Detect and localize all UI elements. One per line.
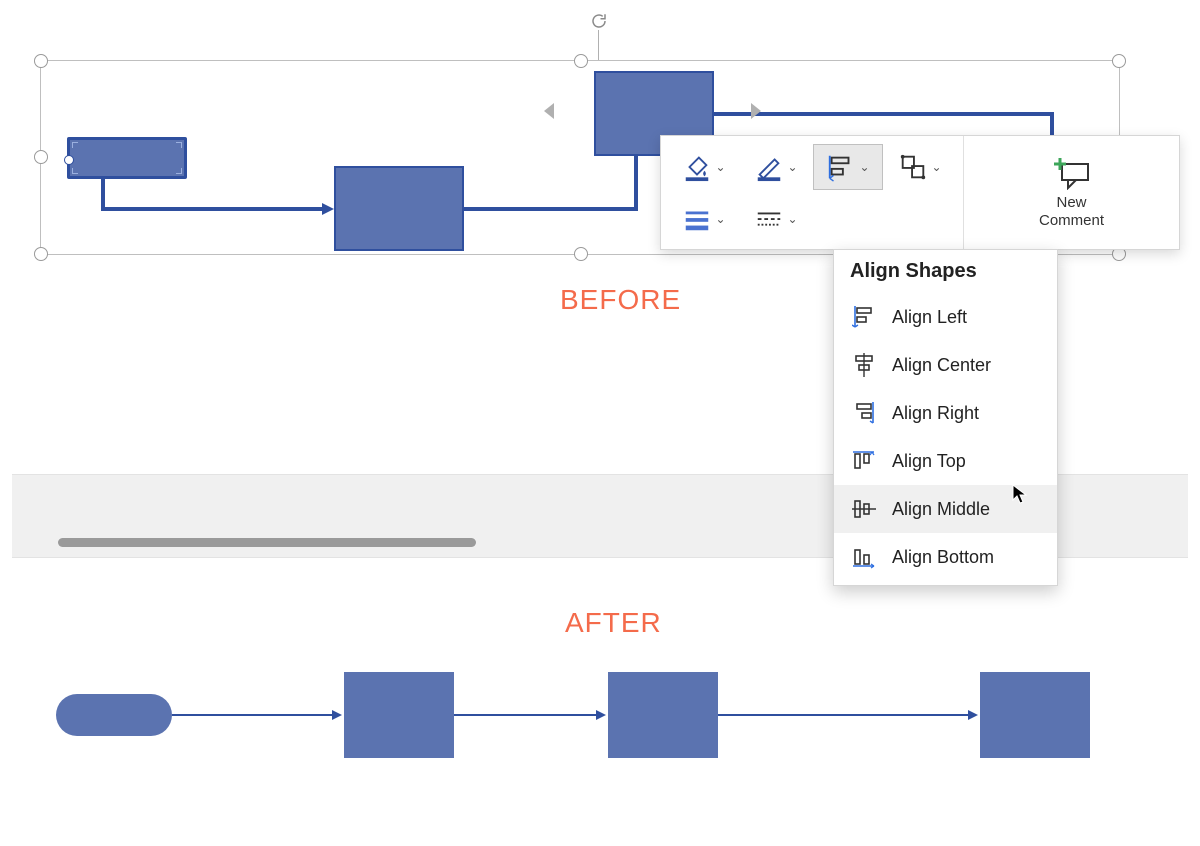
selection-handle-nw[interactable] — [34, 54, 48, 68]
align-center-icon — [852, 353, 876, 377]
line-pattern-dropdown[interactable]: ⌄ — [741, 196, 811, 242]
new-comment-icon — [1052, 156, 1092, 190]
chevron-left-icon — [540, 101, 558, 126]
mini-toolbar: ⌄ ⌄ ⌄ ⌄ ⌄ ⌄ — [660, 135, 1180, 250]
before-label: BEFORE — [560, 284, 681, 316]
align-top-icon — [852, 449, 876, 473]
dd-label: Align Bottom — [892, 547, 994, 568]
after-canvas — [0, 664, 1200, 784]
group-icon — [898, 152, 928, 182]
align-shapes-dropdown: Align Shapes Align Left Align Center Ali… — [833, 249, 1058, 586]
new-comment-button[interactable]: New Comment — [964, 136, 1179, 249]
chevron-down-icon: ⌄ — [787, 160, 797, 174]
corner-tick-icon — [72, 142, 82, 152]
after-shape-4[interactable] — [980, 672, 1090, 758]
before-shape-2[interactable] — [334, 166, 464, 251]
align-middle-icon — [852, 497, 876, 521]
connector — [101, 207, 326, 211]
cursor-icon — [1012, 484, 1028, 504]
dd-label: Align Right — [892, 403, 979, 424]
line-color-dropdown[interactable]: ⌄ — [741, 144, 811, 190]
chevron-down-icon: ⌄ — [715, 212, 725, 226]
align-icon — [826, 152, 856, 182]
align-dropdown-button[interactable]: ⌄ — [813, 144, 883, 190]
align-center-item[interactable]: Align Center — [834, 341, 1057, 389]
connector — [464, 207, 634, 211]
corner-tick-icon — [172, 164, 182, 174]
dropdown-title: Align Shapes — [834, 250, 1057, 293]
canvas: BEFORE ⌄ ⌄ ⌄ ⌄ ⌄ — [0, 0, 1200, 846]
selection-handle-s[interactable] — [574, 247, 588, 261]
align-bottom-item[interactable]: Align Bottom — [834, 533, 1057, 581]
align-left-item[interactable]: Align Left — [834, 293, 1057, 341]
align-bottom-icon — [852, 545, 876, 569]
chevron-down-icon: ⌄ — [715, 160, 725, 174]
arrow-icon — [968, 710, 978, 720]
connector — [718, 714, 970, 716]
brush-icon — [754, 152, 784, 182]
dd-label: Align Left — [892, 307, 967, 328]
dd-label: Align Top — [892, 451, 966, 472]
selection-handle-sw[interactable] — [34, 247, 48, 261]
arrow-icon — [322, 203, 334, 215]
after-shape-2[interactable] — [344, 672, 454, 758]
horizontal-scrollbar-thumb[interactable] — [58, 538, 476, 547]
line-dash-icon — [754, 204, 784, 234]
before-shape-start[interactable] — [67, 137, 187, 179]
selection-handle-w[interactable] — [34, 150, 48, 164]
connector — [101, 178, 105, 210]
line-style-dropdown[interactable]: ⌄ — [669, 196, 739, 242]
connector — [454, 714, 598, 716]
arrow-icon — [332, 710, 342, 720]
selection-handle-ne[interactable] — [1112, 54, 1126, 68]
align-left-icon — [852, 305, 876, 329]
align-right-icon — [852, 401, 876, 425]
group-dropdown[interactable]: ⌄ — [885, 144, 955, 190]
line-weight-icon — [682, 204, 712, 234]
fill-color-dropdown[interactable]: ⌄ — [669, 144, 739, 190]
connector — [714, 112, 1054, 116]
arrow-icon — [596, 710, 606, 720]
corner-tick-icon — [72, 164, 82, 174]
align-right-item[interactable]: Align Right — [834, 389, 1057, 437]
align-top-item[interactable]: Align Top — [834, 437, 1057, 485]
chevron-down-icon: ⌄ — [787, 212, 797, 226]
dd-label: Align Center — [892, 355, 991, 376]
chevron-down-icon: ⌄ — [931, 160, 941, 174]
corner-tick-icon — [172, 142, 182, 152]
dd-label: Align Middle — [892, 499, 990, 520]
connector — [172, 714, 334, 716]
connector — [634, 155, 638, 211]
rotate-handle-line — [598, 30, 599, 60]
fill-bucket-icon — [682, 152, 712, 182]
after-shape-3[interactable] — [608, 672, 718, 758]
chevron-down-icon: ⌄ — [859, 160, 869, 174]
new-comment-label: New Comment — [1039, 194, 1104, 230]
after-shape-start[interactable] — [56, 694, 172, 736]
after-label: AFTER — [565, 607, 662, 639]
rotate-handle-icon[interactable] — [590, 12, 608, 30]
selection-handle-n[interactable] — [574, 54, 588, 68]
chevron-right-icon — [747, 101, 765, 126]
